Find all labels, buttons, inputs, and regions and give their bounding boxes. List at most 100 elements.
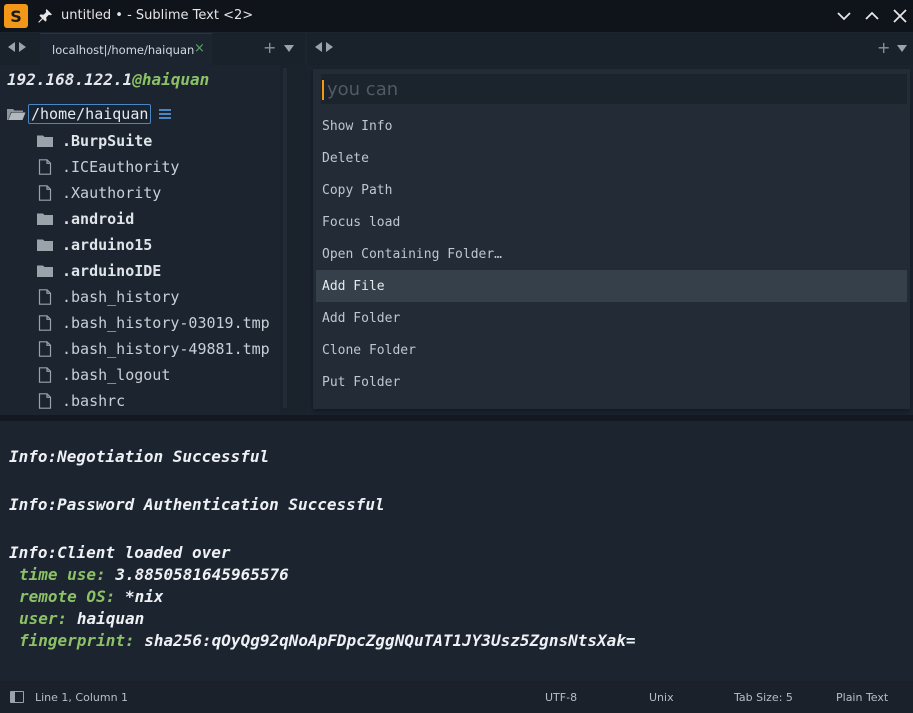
palette-item[interactable]: Clone Folder [316,334,907,366]
new-tab-plus-icon[interactable]: + [877,38,890,57]
sidebar-item[interactable]: .android [36,207,134,231]
title-bar: S untitled • - Sublime Text <2> [0,0,913,32]
maximize-icon[interactable] [862,6,882,26]
output-key: remote OS: [19,587,116,606]
sidebar-item-label: .bash_logout [62,366,171,384]
sidebar-item-label: .ICEauthority [62,158,180,176]
output-remote-os: remote OS: *nix [19,587,164,606]
tab-dropdown-icon[interactable] [897,45,907,52]
pin-icon[interactable] [36,7,54,25]
sidebar-item[interactable]: .arduinoIDE [36,259,161,283]
tab-nav-arrows[interactable] [8,42,34,56]
output-panel: Info:Negotiation Successful Info:Passwor… [0,421,913,681]
output-user: user: haiquan [19,609,144,628]
status-position[interactable]: Line 1, Column 1 [35,691,128,704]
host-header: 192.168.122.1@haiquan [7,70,209,89]
palette-item[interactable]: Focus load [316,206,907,238]
window-title: untitled • - Sublime Text <2> [61,8,254,23]
file-browser-panel: 192.168.122.1@haiquan /home/haiquan .Bur… [0,65,280,415]
sidebar-item[interactable]: .bash_history-03019.tmp [36,311,270,335]
palette-item[interactable]: Add File [316,270,907,302]
left-tab-bar: localhost|/home/haiquan × + [0,33,305,65]
arrow-left-icon[interactable] [8,42,15,52]
file-icon [36,341,54,357]
open-folder-icon [7,109,26,120]
sidebar-item[interactable]: .bash_logout [36,363,170,387]
host-user: @haiquan [132,70,210,89]
sidebar-item-label: .Xauthority [62,184,162,202]
file-icon [36,159,54,175]
sublime-logo-icon: S [4,4,28,28]
sidebar-item-label: .arduinoIDE [62,262,162,280]
close-icon[interactable] [890,6,910,26]
file-icon [36,393,54,409]
output-value: *nix [124,587,164,606]
arrow-right-icon[interactable] [19,42,26,52]
palette-item[interactable]: Open Containing Folder… [316,238,907,270]
palette-item[interactable]: Copy Path [316,174,907,206]
tab-localhost[interactable]: localhost|/home/haiquan × [40,33,212,65]
sidebar-item-label: .bash_history-49881.tmp [62,340,270,358]
file-icon [36,289,54,305]
new-tab-plus-icon[interactable]: + [263,38,276,57]
text-caret [322,80,324,100]
sidebar-item-label: .bash_history-03019.tmp [62,314,270,332]
status-line-endings[interactable]: Unix [649,691,674,704]
status-syntax[interactable]: Plain Text [836,691,888,704]
arrow-left-icon[interactable] [315,42,322,52]
tab-nav-arrows-right[interactable] [315,42,341,56]
file-icon [36,367,54,383]
file-icon [36,315,54,331]
output-line: Info:Client loaded over [9,543,231,562]
sidebar-item[interactable]: .arduino15 [36,233,152,257]
folder-icon [36,133,54,149]
status-encoding[interactable]: UTF-8 [545,691,577,704]
palette-item[interactable]: Show Info [316,110,907,142]
output-fingerprint: fingerprint: sha256:qOyQg92qNoApFDpcZggN… [19,631,636,650]
palette-item[interactable]: Add Folder [316,302,907,334]
panel-toggle-icon[interactable] [10,691,24,703]
output-value: sha256:qOyQg92qNoApFDpcZggNQuTAT1JY3Usz5… [144,631,636,650]
output-line: Info:Password Authentication Successful [9,495,385,514]
status-bar: Line 1, Column 1 UTF-8 Unix Tab Size: 5 … [0,681,913,713]
sidebar-item[interactable]: .bashrc [36,389,125,413]
palette-item[interactable]: Put Folder [316,366,907,398]
sidebar-item[interactable]: .Xauthority [36,181,161,205]
sidebar-item-label: .bash_history [62,288,180,306]
output-value: haiquan [76,609,145,628]
output-key: fingerprint: [19,631,135,650]
sidebar-item-label: .android [62,210,135,228]
output-key: time use: [19,565,106,584]
folder-icon [36,211,54,227]
sidebar-item-label: .bashrc [62,392,126,410]
output-line: Info:Negotiation Successful [9,447,270,466]
sidebar-item-label: .arduino15 [62,236,153,254]
sidebar-item-label: .BurpSuite [62,132,153,150]
folder-icon [36,237,54,253]
output-key: user: [19,609,68,628]
right-tab-bar: + [307,33,913,65]
tab-dropdown-icon[interactable] [284,45,294,52]
sidebar-item[interactable]: .bash_history [36,285,179,309]
palette-query: you can [327,79,399,100]
folder-icon [36,263,54,279]
command-palette: you can Show Info Delete Copy Path Focus lo… [313,69,910,409]
file-icon [36,185,54,201]
tab-close-icon[interactable]: × [194,41,205,56]
tab-label: localhost|/home/haiquan [52,43,195,57]
sidebar-scrollbar[interactable] [283,68,287,408]
host-ip: 192.168.122.1 [7,70,133,89]
root-folder-row[interactable]: /home/haiquan [6,103,172,125]
root-path[interactable]: /home/haiquan [28,104,152,124]
palette-item[interactable]: Delete [316,142,907,174]
arrow-right-icon[interactable] [326,42,333,52]
sidebar-item[interactable]: .bash_history-49881.tmp [36,337,270,361]
minimize-icon[interactable] [834,6,854,26]
output-time-use: time use: 3.8850581645965576 [19,565,289,584]
menu-icon[interactable] [159,109,172,119]
status-tab-size[interactable]: Tab Size: 5 [734,691,793,704]
sidebar-item[interactable]: .BurpSuite [36,129,152,153]
output-value: 3.8850581645965576 [115,565,289,584]
sidebar-item[interactable]: .ICEauthority [36,155,179,179]
palette-search-input[interactable]: you can [321,74,907,104]
